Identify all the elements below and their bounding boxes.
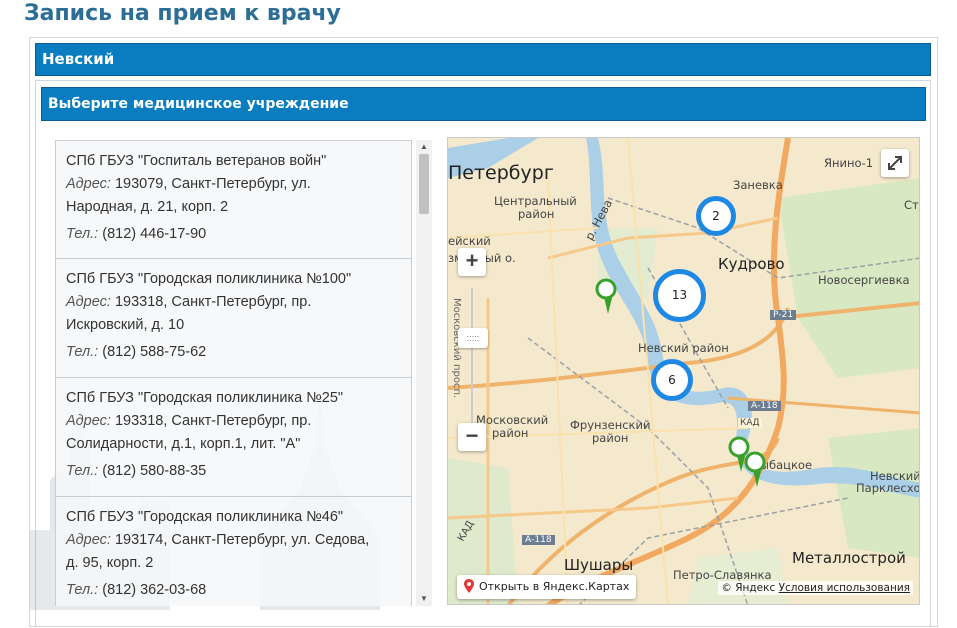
phone-label: Тел.: (66, 463, 99, 479)
zoom-ruler[interactable] (462, 288, 482, 438)
fullscreen-icon[interactable] (881, 149, 909, 177)
address-line2: Искровский, д. 10 (66, 317, 185, 333)
map-label-mosk-prosp: Московский просп. (451, 298, 462, 399)
institution-name: СПб ГБУЗ "Госпиталь ветеранов войн" (66, 153, 327, 169)
scroll-thumb[interactable] (419, 154, 429, 214)
scroll-down-arrow-icon[interactable]: ▼ (416, 592, 432, 606)
phone-label: Тел.: (66, 226, 99, 242)
phone-value: (812) 588-75-62 (102, 344, 207, 360)
map-copyright: © Яндекс Условия использования (718, 581, 913, 595)
map-label-kudrovo: Кудрово (718, 255, 785, 273)
map-label-central: Центральный (494, 194, 577, 208)
district-header[interactable]: Невский (35, 43, 931, 76)
institution-name: СПб ГБУЗ "Городская поликлиника №25" (66, 390, 344, 406)
map-label-shushary: Шушары (564, 556, 634, 574)
institution-phone: Тел.: (812) 446-17-90 (66, 223, 401, 246)
map-label-nevsky-district: Невский район (638, 341, 729, 355)
address-label: Адрес: (66, 532, 111, 548)
address-label: Адрес: (66, 176, 111, 192)
map-label-moskovsky: Московский (476, 413, 549, 427)
yandex-map[interactable]: Петербург Центральный район ейский змянн… (447, 137, 920, 605)
phone-label: Тел.: (66, 582, 99, 598)
institution-phone: Тел.: (812) 362-03-68 (66, 579, 401, 602)
map-label-central-2: район (518, 207, 555, 221)
address-line1: 193318, Санкт-Петербург, пр. (114, 294, 312, 310)
map-label-kad: КАД (738, 418, 762, 428)
address-line2: д. 95, корп. 2 (66, 555, 154, 571)
map-marker-icon[interactable] (743, 451, 771, 489)
map-label-frunzensky-2: район (592, 431, 629, 445)
phone-value: (812) 362-03-68 (102, 582, 207, 598)
institution-item[interactable]: СПб ГБУЗ "Городская поликлиника №46" Адр… (55, 497, 412, 606)
map-label-petro: Петро-Славянка (673, 568, 772, 582)
institution-phone: Тел.: (812) 580-88-35 (66, 460, 401, 483)
map-marker-icon[interactable] (594, 278, 622, 316)
institution-item[interactable]: СПб ГБУЗ "Госпиталь ветеранов войн" Адре… (55, 140, 412, 259)
address-line2: Народная, д. 21, корп. 2 (66, 199, 229, 215)
institution-name: СПб ГБУЗ "Городская поликлиника №100" (66, 271, 352, 287)
page-title: Запись на прием к врачу (24, 1, 341, 26)
map-label-yanino: Янино-1 (824, 156, 874, 170)
map-label-frunzensky: Фрунзенский (570, 418, 651, 432)
open-in-maps-label: Открыть в Яндекс.Картах (479, 580, 630, 593)
map-label-nevsky-parklesk-2: Парклесхоз (856, 481, 920, 495)
choose-institution-header[interactable]: Выберите медицинское учреждение (41, 87, 926, 121)
terms-link[interactable]: Условия использования (779, 582, 910, 594)
zoom-slider-handle[interactable]: ::::: (458, 328, 488, 348)
map-label-a118-south: А-118 (522, 535, 555, 545)
map-label-metallostroy: Металлострой (792, 549, 906, 567)
zoom-out-button[interactable]: − (458, 423, 486, 451)
institution-address: Адрес: 193318, Санкт-Петербург, пр. Солид… (66, 410, 401, 456)
map-label-st: Ст (904, 198, 919, 212)
list-scrollbar[interactable]: ▲ ▼ (416, 140, 432, 606)
map-label-aisky: ейский (448, 234, 491, 248)
map-label-moskovsky-2: район (492, 426, 529, 440)
scroll-up-arrow-icon[interactable]: ▲ (416, 140, 432, 154)
address-label: Адрес: (66, 294, 111, 310)
address-line2: Солидарности, д.1, корп.1, лит. "А" (66, 436, 301, 452)
address-line1: 193079, Санкт-Петербург, ул. (114, 176, 311, 192)
map-label-novosergievka: Новосергиевка (818, 273, 910, 287)
institution-list[interactable]: СПб ГБУЗ "Госпиталь ветеранов войн" Адре… (55, 140, 433, 606)
zoom-in-button[interactable]: + (458, 248, 486, 276)
copyright-text: © Яндекс (721, 582, 776, 594)
institution-item[interactable]: СПб ГБУЗ "Городская поликлиника №25" Адр… (55, 378, 412, 497)
open-in-yandex-maps-button[interactable]: Открыть в Яндекс.Картах (457, 575, 637, 599)
phone-label: Тел.: (66, 344, 99, 360)
map-label-a118: А-118 (748, 401, 781, 411)
map-label-r21: Р-21 (770, 310, 797, 320)
map-label-zanevka: Заневка (733, 178, 783, 192)
map-cluster[interactable]: 6 (651, 359, 693, 401)
map-cluster[interactable]: 2 (696, 196, 736, 236)
phone-value: (812) 580-88-35 (102, 463, 207, 479)
address-label: Адрес: (66, 413, 111, 429)
phone-value: (812) 446-17-90 (102, 226, 207, 242)
address-line1: 193174, Санкт-Петербург, ул. Седова, (114, 532, 370, 548)
address-line1: 193318, Санкт-Петербург, пр. (114, 413, 312, 429)
map-label-city: Петербург (448, 162, 554, 184)
institution-address: Адрес: 193079, Санкт-Петербург, ул. Народ… (66, 173, 401, 219)
institution-address: Адрес: 193318, Санкт-Петербург, пр. Искро… (66, 291, 401, 337)
institution-item[interactable]: СПб ГБУЗ "Городская поликлиника №100" Ад… (55, 259, 412, 378)
institution-address: Адрес: 193174, Санкт-Петербург, ул. Седо… (66, 529, 401, 575)
institution-name: СПб ГБУЗ "Городская поликлиника №46" (66, 509, 344, 525)
map-cluster[interactable]: 13 (653, 269, 706, 322)
map-pin-icon (464, 579, 474, 593)
institution-phone: Тел.: (812) 588-75-62 (66, 341, 401, 364)
